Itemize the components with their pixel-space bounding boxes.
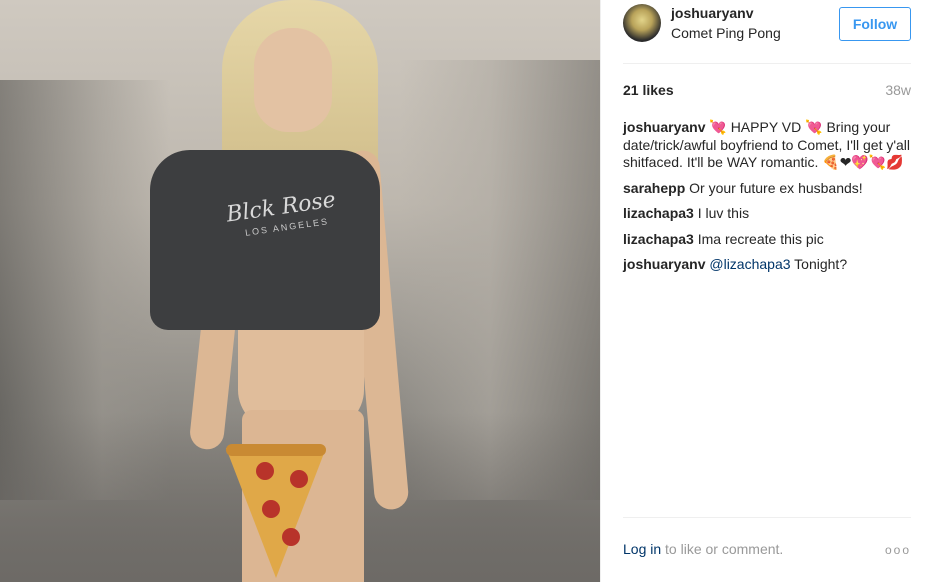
post-location[interactable]: Comet Ping Pong — [671, 25, 781, 41]
instagram-post: Blck Rose LOS ANGELES joshuaryanv Comet … — [0, 0, 932, 582]
comment-item: joshuaryanv @lizachapa3 Tonight? — [623, 256, 913, 274]
pizza-crust — [226, 444, 326, 456]
more-options-icon[interactable]: ooo — [885, 543, 911, 557]
footer-divider — [623, 517, 911, 518]
comments-list: joshuaryanv 💘 HAPPY VD 💘 Bring your date… — [623, 119, 913, 282]
pepperoni — [256, 462, 274, 480]
comment-text: Ima recreate this pic — [697, 230, 824, 247]
likes-count[interactable]: 21 likes — [623, 82, 674, 98]
header-divider — [623, 63, 911, 64]
photo-shirt — [150, 150, 380, 330]
comment-mention[interactable]: @lizachapa3 — [709, 256, 790, 272]
caption: joshuaryanv 💘 HAPPY VD 💘 Bring your date… — [623, 119, 913, 172]
post-username[interactable]: joshuaryanv — [671, 5, 753, 21]
comment-item: sarahepp Or your future ex husbands! — [623, 180, 913, 198]
comment-text: Tonight? — [790, 256, 848, 272]
pepperoni — [262, 500, 280, 518]
comment-text: Or your future ex husbands! — [689, 179, 863, 196]
comment-item: lizachapa3 Ima recreate this pic — [623, 231, 913, 249]
comment-text: I luv this — [697, 205, 750, 221]
post-footer: Log in to like or comment. — [623, 541, 911, 557]
follow-button[interactable]: Follow — [839, 7, 911, 41]
footer-text: to like or comment. — [661, 541, 784, 557]
pepperoni — [282, 528, 300, 546]
login-link[interactable]: Log in — [623, 541, 661, 557]
comment-user[interactable]: lizachapa3 — [623, 231, 694, 247]
post-age[interactable]: 38w — [885, 82, 911, 98]
comment-user[interactable]: joshuaryanv — [623, 256, 705, 272]
comment-item: lizachapa3 I luv this — [623, 205, 913, 223]
post-photo[interactable]: Blck Rose LOS ANGELES — [0, 0, 600, 582]
comment-user[interactable]: lizachapa3 — [623, 205, 694, 221]
avatar[interactable] — [623, 4, 661, 42]
pepperoni — [290, 470, 308, 488]
post-side-panel: joshuaryanv Comet Ping Pong Follow 21 li… — [600, 0, 932, 582]
photo-face — [254, 28, 332, 132]
post-header: joshuaryanv Comet Ping Pong Follow — [623, 2, 911, 50]
comment-user[interactable]: sarahepp — [623, 180, 685, 196]
comment-user[interactable]: joshuaryanv — [623, 119, 705, 135]
